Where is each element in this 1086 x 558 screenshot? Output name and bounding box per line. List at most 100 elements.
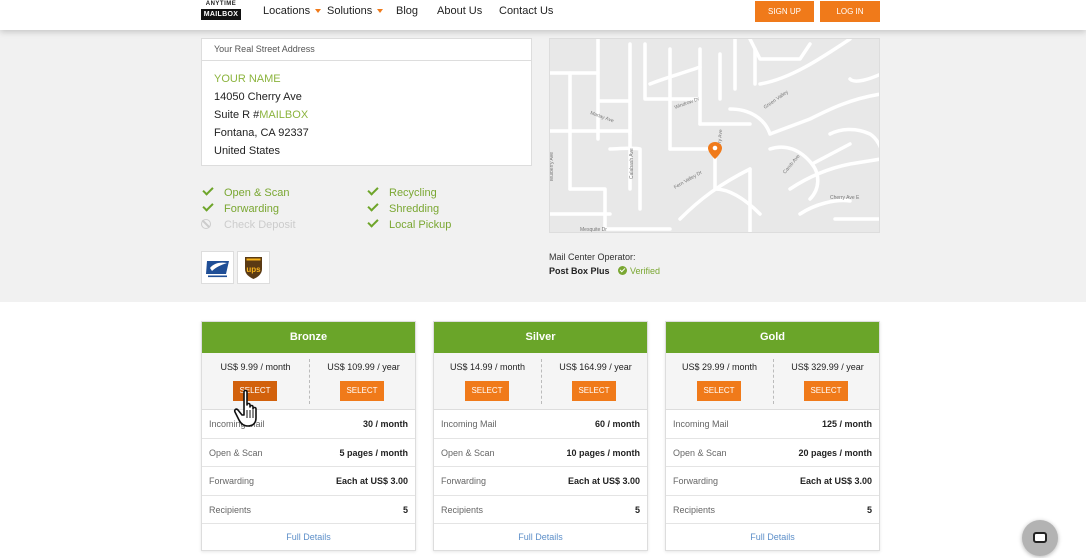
suite-prefix: Suite R # — [214, 109, 260, 121]
plan-row-recipients: Recipients 5 — [202, 496, 415, 524]
svg-text:Cherry Ave E: Cherry Ave E — [830, 195, 860, 201]
usps-logo — [201, 251, 234, 284]
feature-label: Forwarding — [224, 203, 280, 215]
feature-label: Shredding — [389, 203, 440, 215]
caret-down-icon — [377, 9, 384, 14]
plan-card-silver: Silver US$ 14.99 / month US$ 164.99 / ye… — [433, 321, 648, 551]
row-value: 10 pages / month — [566, 447, 640, 458]
plan-row-open-scan: Open & Scan 5 pages / month — [202, 439, 415, 467]
plan-row-open-scan: Open & Scan 20 pages / month — [666, 439, 879, 467]
nav-locations[interactable]: Locations — [263, 5, 322, 17]
address-card: Your Real Street Address YOUR NAME 14050… — [201, 38, 532, 166]
svg-text:ups: ups — [246, 265, 261, 274]
verified-badge: Verified — [618, 266, 660, 276]
nav-blog[interactable]: Blog — [396, 5, 418, 17]
full-details-link[interactable]: Full Details — [202, 524, 415, 551]
nav-locations-label: Locations — [263, 5, 311, 17]
select-yearly-button[interactable]: SELECT — [340, 381, 384, 401]
svg-text:Calabash Ave: Calabash Ave — [629, 148, 635, 179]
usps-eagle-icon — [206, 261, 229, 278]
address-city: Fontana, CA 92337 — [214, 127, 309, 139]
feature-open-scan: Open & Scan — [202, 184, 290, 201]
location-details-section — [0, 30, 1086, 302]
plan-row-open-scan: Open & Scan 10 pages / month — [434, 439, 647, 467]
row-value: 60 / month — [594, 419, 640, 429]
row-value: Each at US$ 3.00 — [567, 476, 640, 486]
address-street: 14050 Cherry Ave — [214, 91, 302, 103]
plan-pricing: US$ 14.99 / month US$ 164.99 / year SELE… — [434, 353, 647, 410]
feature-forwarding: Forwarding — [202, 200, 280, 217]
row-label: Recipients — [441, 504, 484, 515]
row-value: Each at US$ 3.00 — [799, 476, 872, 486]
select-monthly-button[interactable]: SELECT — [465, 381, 509, 401]
plan-row-forwarding: Forwarding Each at US$ 3.00 — [666, 467, 879, 496]
chat-button[interactable] — [1022, 520, 1058, 556]
row-label: Open & Scan — [209, 447, 263, 458]
row-value: 5 — [402, 504, 408, 515]
nav-about-us[interactable]: About Us — [437, 5, 482, 17]
plan-title: Bronze — [202, 322, 415, 353]
anytime-mailbox-logo[interactable]: ANYTIME MAILBOX — [201, 0, 241, 21]
feature-shredding: Shredding — [367, 200, 440, 217]
nav-contact-us[interactable]: Contact Us — [499, 5, 553, 17]
location-map[interactable]: Mulberry Ave Marlay Ave Calabash Ave Win… — [549, 38, 880, 233]
feature-local-pickup: Local Pickup — [367, 216, 452, 233]
plan-card-bronze: Bronze US$ 9.99 / month US$ 109.99 / yea… — [201, 321, 416, 551]
feature-check-deposit: Check Deposit — [201, 217, 296, 233]
row-label: Open & Scan — [673, 447, 727, 458]
row-label: Forwarding — [673, 476, 719, 486]
operator-name: Post Box Plus — [549, 266, 610, 276]
check-icon — [367, 216, 379, 228]
select-monthly-button[interactable]: SELECT — [697, 381, 741, 401]
plan-row-forwarding: Forwarding Each at US$ 3.00 — [202, 467, 415, 496]
row-value: Each at US$ 3.00 — [335, 476, 408, 486]
select-yearly-button[interactable]: SELECT — [804, 381, 848, 401]
plan-row-recipients: Recipients 5 — [434, 496, 647, 524]
full-details-link[interactable]: Full Details — [434, 524, 647, 551]
monthly-price: US$ 14.99 / month — [449, 362, 526, 372]
row-value: 5 — [866, 504, 872, 515]
chat-bubble-icon — [1033, 532, 1047, 543]
logo-line2: MAILBOX — [201, 9, 241, 20]
verified-label: Verified — [630, 266, 661, 276]
mailbox-placeholder: MAILBOX — [259, 109, 309, 121]
row-label: Recipients — [209, 504, 252, 515]
row-label: Open & Scan — [441, 447, 495, 458]
feature-label: Recycling — [389, 187, 437, 199]
address-suite: Suite R #MAILBOX — [214, 106, 519, 124]
ups-shield-icon: ups — [245, 257, 262, 279]
feature-recycling: Recycling — [367, 184, 437, 201]
plan-row-incoming-mail: Incoming Mail 125 / month — [666, 410, 879, 439]
row-label: Incoming Mail — [441, 419, 497, 429]
row-value: 125 / month — [821, 419, 872, 429]
plan-title: Silver — [434, 322, 647, 353]
log-in-button[interactable]: LOG IN — [820, 1, 880, 22]
address-name-placeholder: YOUR NAME — [214, 73, 281, 85]
sign-up-button[interactable]: SIGN UP — [755, 1, 814, 22]
plan-row-incoming-mail: Incoming Mail 60 / month — [434, 410, 647, 439]
row-value: 30 / month — [362, 419, 408, 429]
nav-solutions-label: Solutions — [327, 5, 373, 17]
plan-title: Gold — [666, 322, 879, 353]
hand-pointer-cursor-icon — [233, 389, 257, 427]
feature-label: Check Deposit — [224, 219, 296, 231]
caret-down-icon — [315, 9, 322, 14]
feature-label: Local Pickup — [389, 219, 452, 231]
row-label: Incoming Mail — [673, 419, 729, 429]
feature-label: Open & Scan — [224, 187, 290, 199]
site-header: ANYTIME MAILBOX Locations Solutions Blog… — [0, 0, 1086, 30]
full-details-link[interactable]: Full Details — [666, 524, 879, 551]
monthly-price: US$ 9.99 / month — [220, 362, 291, 372]
check-icon — [367, 200, 379, 212]
address-heading: Your Real Street Address — [202, 39, 531, 61]
operator-label: Mail Center Operator: — [549, 252, 636, 262]
nav-contact-label: Contact Us — [499, 5, 554, 17]
address-body: YOUR NAME 14050 Cherry Ave Suite R #MAIL… — [202, 61, 531, 169]
address-country: United States — [214, 145, 281, 157]
verified-check-icon — [618, 266, 627, 275]
nav-about-label: About Us — [437, 5, 483, 17]
check-icon — [202, 184, 214, 196]
select-yearly-button[interactable]: SELECT — [572, 381, 616, 401]
nav-solutions[interactable]: Solutions — [327, 5, 384, 17]
monthly-price: US$ 29.99 / month — [681, 362, 758, 372]
